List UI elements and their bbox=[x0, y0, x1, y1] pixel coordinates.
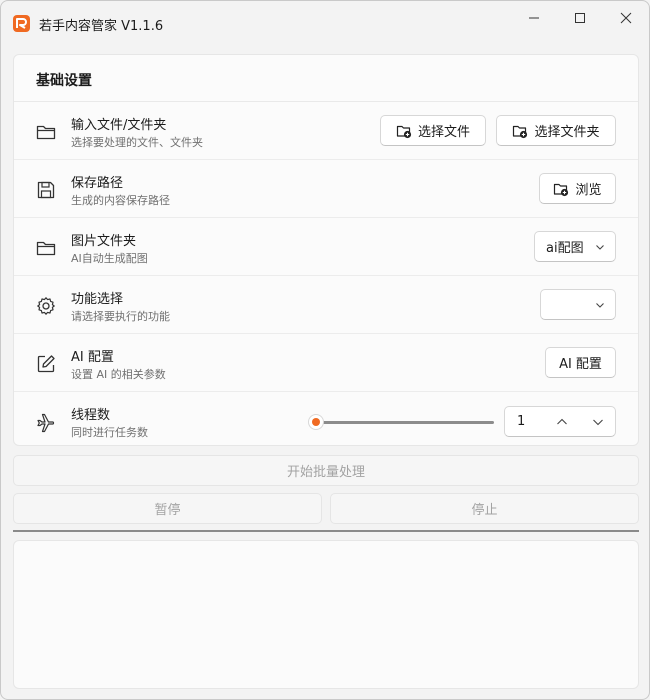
close-icon bbox=[620, 12, 632, 24]
row-subtitle: 选择要处理的文件、文件夹 bbox=[71, 136, 203, 149]
row-ai-config: AI 配置 设置 AI 的相关参数 AI 配置 bbox=[14, 334, 638, 392]
progress-bar bbox=[13, 530, 639, 532]
browse-label: 浏览 bbox=[575, 183, 602, 198]
settings-header: 基础设置 bbox=[14, 55, 638, 102]
chevron-down-icon bbox=[593, 419, 603, 426]
maximize-icon bbox=[575, 13, 585, 23]
folder-add-icon bbox=[513, 125, 528, 138]
row-title: 图片文件夹 bbox=[71, 234, 137, 249]
edit-icon bbox=[37, 355, 55, 373]
settings-title: 基础设置 bbox=[36, 73, 92, 89]
maximize-button[interactable] bbox=[557, 1, 603, 35]
function-select[interactable] bbox=[540, 289, 616, 320]
app-window: 若手内容管家 V1.1.6 基础设置 输入文件/文件夹 选择要处理的文件、文件夹 bbox=[0, 0, 650, 700]
app-logo-icon bbox=[13, 15, 30, 32]
start-batch-label: 开始批量处理 bbox=[286, 465, 365, 480]
row-title: 保存路径 bbox=[71, 176, 124, 191]
pause-label: 暂停 bbox=[154, 503, 181, 518]
pause-button[interactable]: 暂停 bbox=[13, 493, 322, 524]
row-subtitle: 生成的内容保存路径 bbox=[71, 194, 170, 207]
close-button[interactable] bbox=[603, 1, 649, 35]
select-file-button[interactable]: 选择文件 bbox=[380, 115, 486, 146]
row-subtitle: 设置 AI 的相关参数 bbox=[71, 368, 166, 381]
image-folder-select[interactable]: ai配图 bbox=[534, 231, 616, 262]
row-save-path: 保存路径 生成的内容保存路径 浏览 bbox=[14, 160, 638, 218]
minimize-button[interactable] bbox=[511, 1, 557, 35]
decrement-button[interactable] bbox=[588, 413, 608, 431]
start-batch-button[interactable]: 开始批量处理 bbox=[13, 455, 639, 486]
threads-number-value: 1 bbox=[517, 414, 526, 429]
gear-icon bbox=[37, 297, 55, 315]
minimize-icon bbox=[529, 17, 539, 19]
save-icon bbox=[37, 181, 55, 199]
slider-thumb[interactable] bbox=[308, 414, 324, 430]
row-subtitle: 请选择要执行的功能 bbox=[71, 310, 170, 323]
log-output-area[interactable] bbox=[13, 540, 639, 689]
increment-button[interactable] bbox=[552, 413, 572, 431]
row-input-files: 输入文件/文件夹 选择要处理的文件、文件夹 选择文件 选择文件夹 bbox=[14, 102, 638, 160]
row-function-select: 功能选择 请选择要执行的功能 bbox=[14, 276, 638, 334]
stop-button[interactable]: 停止 bbox=[330, 493, 639, 524]
folder-add-icon bbox=[396, 125, 412, 138]
row-threads: 线程数 同时进行任务数 1 bbox=[14, 392, 638, 450]
folder-icon bbox=[36, 125, 56, 140]
ai-config-label: AI 配置 bbox=[559, 357, 602, 372]
row-title: AI 配置 bbox=[71, 350, 114, 365]
chevron-down-icon bbox=[596, 244, 604, 250]
select-folder-button[interactable]: 选择文件夹 bbox=[496, 115, 616, 146]
row-title: 线程数 bbox=[71, 408, 111, 423]
folder-add-icon bbox=[554, 183, 569, 196]
settings-card: 基础设置 输入文件/文件夹 选择要处理的文件、文件夹 选择文件 选择文件夹 保存… bbox=[13, 54, 639, 446]
select-file-label: 选择文件 bbox=[417, 125, 470, 140]
folder-icon bbox=[36, 241, 56, 256]
threads-slider[interactable] bbox=[314, 421, 494, 424]
airplane-icon bbox=[37, 413, 55, 433]
window-title: 若手内容管家 V1.1.6 bbox=[39, 19, 164, 34]
row-image-folder: 图片文件夹 AI自动生成配图 ai配图 bbox=[14, 218, 638, 276]
title-bar: 若手内容管家 V1.1.6 bbox=[1, 1, 649, 45]
threads-number-input[interactable]: 1 bbox=[504, 406, 616, 437]
row-subtitle: 同时进行任务数 bbox=[71, 426, 148, 439]
browse-button[interactable]: 浏览 bbox=[539, 173, 616, 204]
ai-config-button[interactable]: AI 配置 bbox=[545, 347, 616, 378]
row-title: 功能选择 bbox=[71, 292, 124, 307]
row-title: 输入文件/文件夹 bbox=[71, 118, 167, 133]
chevron-up-icon bbox=[557, 418, 567, 425]
image-folder-select-value: ai配图 bbox=[546, 241, 584, 256]
stop-label: 停止 bbox=[471, 503, 498, 518]
select-folder-label: 选择文件夹 bbox=[534, 125, 600, 140]
row-subtitle: AI自动生成配图 bbox=[71, 252, 148, 265]
chevron-down-icon bbox=[596, 302, 604, 308]
